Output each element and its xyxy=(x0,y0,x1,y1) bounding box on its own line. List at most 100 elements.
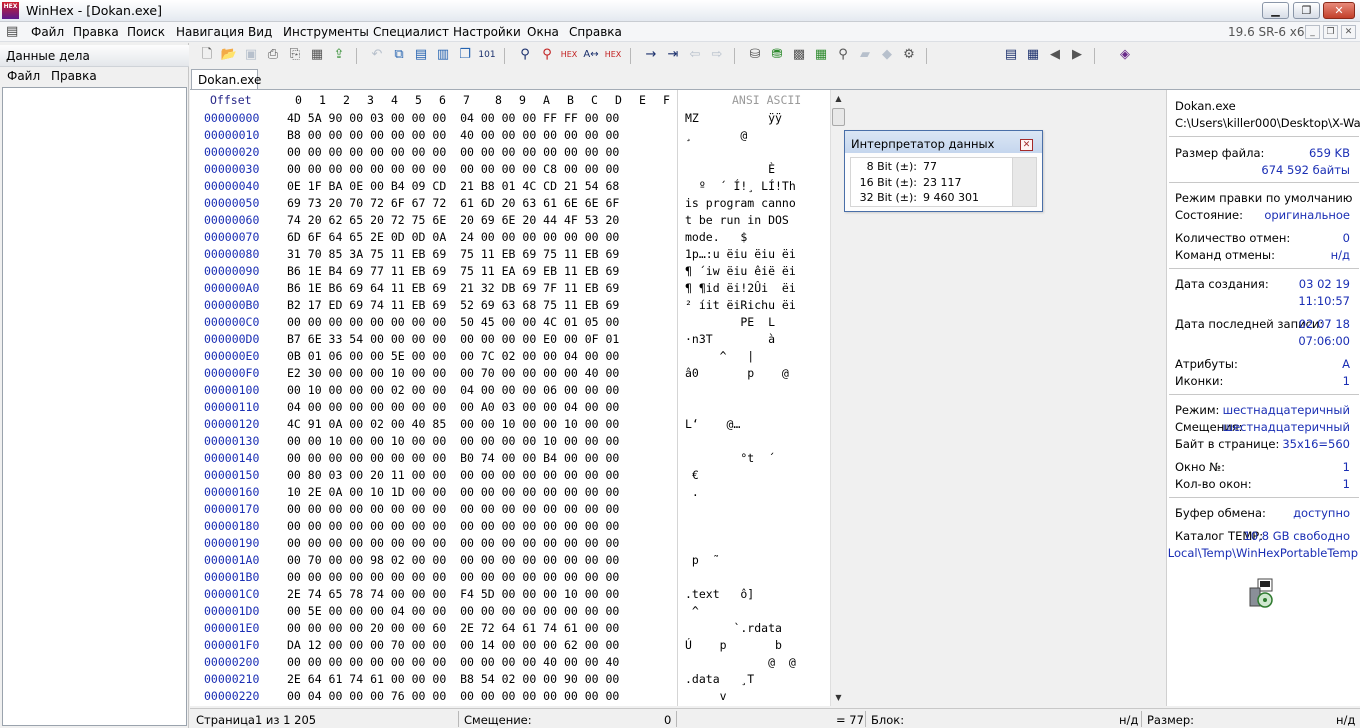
hex-row-ansi[interactable]: 1p…:u ëiu ëiu ëi xyxy=(685,247,796,261)
hex-row-bytes[interactable]: B8 00 00 00 00 00 00 00 40 00 00 00 00 0… xyxy=(287,128,619,142)
menu-specialist[interactable]: Специалист xyxy=(373,25,449,39)
hex-row-ansi[interactable]: ^ | xyxy=(685,349,755,363)
hex-row-ansi[interactable]: ¶ ¶id ëi!2Ûi ëi xyxy=(685,281,796,295)
goto-offset-icon[interactable]: → xyxy=(642,46,660,64)
hex-row[interactable]: 00000150 00 80 03 00 20 11 00 00 00 00 00… xyxy=(190,466,830,483)
hex-row-ansi[interactable]: °t ´ xyxy=(685,451,775,465)
menu-navigation[interactable]: Навигация xyxy=(176,25,244,39)
hex-vertical-scrollbar[interactable]: ▲ ▼ xyxy=(830,90,845,706)
replace-hex-values-icon[interactable]: HEX xyxy=(604,46,622,64)
cd-drive-icon[interactable] xyxy=(1248,578,1278,608)
next-icon[interactable]: ▶ xyxy=(1068,46,1086,64)
hex-row-ansi[interactable]: MZ ÿÿ xyxy=(685,111,782,125)
hex-row-bytes[interactable]: E2 30 00 00 00 10 00 00 00 70 00 00 00 0… xyxy=(287,366,619,380)
case-menu-edit[interactable]: Правка xyxy=(51,69,97,83)
hex-row[interactable]: 000001D0 00 5E 00 00 00 04 00 00 00 00 00… xyxy=(190,602,830,619)
open-file-icon[interactable]: 📂 xyxy=(220,46,238,64)
hex-row[interactable]: 000001C0 2E 74 65 78 74 00 00 00 F4 5D 00… xyxy=(190,585,830,602)
hex-row-ansi[interactable]: PE L xyxy=(685,315,775,329)
hex-row-bytes[interactable]: B7 6E 33 54 00 00 00 00 00 00 00 00 E0 0… xyxy=(287,332,619,346)
document-icon[interactable]: ▤ xyxy=(6,24,22,40)
scroll-up-icon[interactable]: ▲ xyxy=(832,92,845,105)
tab-dokan-exe[interactable]: Dokan.exe xyxy=(191,69,261,90)
hex-row[interactable]: 00000110 04 00 00 00 00 00 00 00 00 A0 03… xyxy=(190,398,830,415)
hex-row[interactable]: 00000100 00 10 00 00 00 02 00 00 04 00 00… xyxy=(190,381,830,398)
hex-row-ansi[interactable]: p ˜ xyxy=(685,553,720,567)
hex-row-ansi[interactable]: t be run in DOS xyxy=(685,213,796,227)
hex-row-bytes[interactable]: 31 70 85 3A 75 11 EB 69 75 11 EB 69 75 1… xyxy=(287,247,619,261)
scroll-down-icon[interactable]: ▼ xyxy=(832,691,845,704)
hex-row-bytes[interactable]: B2 17 ED 69 74 11 EB 69 52 69 63 68 75 1… xyxy=(287,298,619,312)
print-icon[interactable]: ⎙ xyxy=(264,46,282,64)
help-book-icon[interactable]: ◈ xyxy=(1116,46,1134,64)
hex-row-ansi[interactable]: L‘ @… xyxy=(685,417,740,431)
replace-hex-icon[interactable]: HEX xyxy=(560,46,578,64)
hex-row-ansi[interactable]: ¸ @ xyxy=(685,128,747,142)
hex-row-bytes[interactable]: 00 00 00 00 20 00 00 60 2E 72 64 61 74 6… xyxy=(287,621,619,635)
hex-row[interactable]: 00000130 00 00 10 00 00 10 00 00 00 00 00… xyxy=(190,432,830,449)
hex-row[interactable]: 00000050 69 73 20 70 72 6F 67 72 61 6D 20… xyxy=(190,194,830,211)
app-icon[interactable]: HEX xyxy=(2,2,19,19)
binary-icon[interactable]: 101 xyxy=(478,46,496,64)
hex-row-bytes[interactable]: 00 00 00 00 00 00 00 00 00 00 00 00 00 0… xyxy=(287,145,619,159)
paste-icon[interactable]: ▤ xyxy=(412,46,430,64)
hex-row[interactable]: 00000040 0E 1F BA 0E 00 B4 09 CD 21 B8 01… xyxy=(190,177,830,194)
hex-row[interactable]: 000000F0 E2 30 00 00 00 10 00 00 00 70 00… xyxy=(190,364,830,381)
goto-sector-icon[interactable]: ⇥ xyxy=(664,46,682,64)
hex-row-bytes[interactable]: 4D 5A 90 00 03 00 00 00 04 00 00 00 FF F… xyxy=(287,111,619,125)
hex-row[interactable]: 00000180 00 00 00 00 00 00 00 00 00 00 00… xyxy=(190,517,830,534)
hex-row[interactable]: 00000010 B8 00 00 00 00 00 00 00 40 00 00… xyxy=(190,126,830,143)
hex-row-bytes[interactable]: 00 00 00 00 00 00 00 00 B0 74 00 00 B4 0… xyxy=(287,451,619,465)
hex-row-bytes[interactable]: 0B 01 06 00 00 5E 00 00 00 7C 02 00 00 0… xyxy=(287,349,619,363)
maximize-button[interactable]: ❐ xyxy=(1293,2,1320,19)
hex-row-ansi[interactable]: `.rdata xyxy=(685,621,781,635)
disk-image-icon[interactable]: ⛃ xyxy=(768,46,786,64)
minimize-button[interactable]: ▁ xyxy=(1262,2,1289,19)
hex-row-bytes[interactable]: B6 1E B4 69 77 11 EB 69 75 11 EA 69 EB 1… xyxy=(287,264,619,278)
hex-row-ansi[interactable]: ^ xyxy=(685,604,699,618)
new-file-icon[interactable]: 🗋 xyxy=(198,46,216,64)
save-icon[interactable]: ▣ xyxy=(242,46,260,64)
hex-row[interactable]: 000000D0 B7 6E 33 54 00 00 00 00 00 00 00… xyxy=(190,330,830,347)
hex-row[interactable]: 000000B0 B2 17 ED 69 74 11 EB 69 52 69 63… xyxy=(190,296,830,313)
hex-row-bytes[interactable]: 2E 74 65 78 74 00 00 00 F4 5D 00 00 00 1… xyxy=(287,587,619,601)
previous-icon[interactable]: ◀ xyxy=(1046,46,1064,64)
hex-row-bytes[interactable]: 00 00 00 00 00 00 00 00 50 45 00 00 4C 0… xyxy=(287,315,619,329)
menu-help[interactable]: Справка xyxy=(569,25,622,39)
menu-search[interactable]: Поиск xyxy=(127,25,165,39)
hex-row[interactable]: 00000020 00 00 00 00 00 00 00 00 00 00 00… xyxy=(190,143,830,160)
hex-row-ansi[interactable]: v xyxy=(685,689,727,703)
hex-row-bytes[interactable]: 00 00 10 00 00 10 00 00 00 00 00 00 10 0… xyxy=(287,434,619,448)
hex-row-ansi[interactable]: @ @ xyxy=(685,655,796,669)
comments-icon[interactable]: ▰ xyxy=(856,46,874,64)
hex-row-bytes[interactable]: 0E 1F BA 0E 00 B4 09 CD 21 B8 01 4C CD 2… xyxy=(287,179,619,193)
hex-row-bytes[interactable]: B6 1E B6 69 64 11 EB 69 21 32 DB 69 7F 1… xyxy=(287,281,619,295)
hex-row[interactable]: 00000070 6D 6F 64 65 2E 0D 0D 0A 24 00 00… xyxy=(190,228,830,245)
mdi-close-button[interactable]: ✕ xyxy=(1341,25,1356,39)
close-button[interactable]: ✕ xyxy=(1323,2,1355,19)
hex-row-bytes[interactable]: 74 20 62 65 20 72 75 6E 20 69 6E 20 44 4… xyxy=(287,213,619,227)
hex-row-ansi[interactable]: mode. $ xyxy=(685,230,747,244)
hex-row-bytes[interactable]: 00 80 03 00 20 11 00 00 00 00 00 00 00 0… xyxy=(287,468,619,482)
file-list-icon[interactable]: ▤ xyxy=(1002,46,1020,64)
export-icon[interactable]: ⇪ xyxy=(330,46,348,64)
replace-text-icon[interactable]: A↔ xyxy=(582,46,600,64)
hex-row-bytes[interactable]: 00 00 00 00 00 00 00 00 00 00 00 00 00 0… xyxy=(287,570,619,584)
paste-special-icon[interactable]: ▥ xyxy=(434,46,452,64)
case-tree[interactable] xyxy=(2,87,187,726)
properties-icon[interactable]: ▦ xyxy=(308,46,326,64)
ram-icon[interactable]: ▩ xyxy=(790,46,808,64)
hex-row-ansi[interactable]: È xyxy=(685,162,775,176)
hex-editor[interactable]: Offset 0 1 2 3 4 5 6 7 8 9 A B C D E F A… xyxy=(190,90,830,706)
back-icon[interactable]: ⇦ xyxy=(686,46,704,64)
hex-row-bytes[interactable]: 00 04 00 00 00 76 00 00 00 00 00 00 00 0… xyxy=(287,689,619,703)
gear-icon[interactable]: ⚙ xyxy=(900,46,918,64)
hex-row-bytes[interactable]: 6D 6F 64 65 2E 0D 0D 0A 24 00 00 00 00 0… xyxy=(287,230,619,244)
print-preview-icon[interactable]: ⎘ xyxy=(286,46,304,64)
hex-row[interactable]: 00000210 2E 64 61 74 61 00 00 00 B8 54 02… xyxy=(190,670,830,687)
hex-row[interactable]: 000001F0 DA 12 00 00 00 70 00 00 00 14 00… xyxy=(190,636,830,653)
hex-row[interactable]: 00000220 00 04 00 00 00 76 00 00 00 00 00… xyxy=(190,687,830,704)
hex-row[interactable]: 000000E0 0B 01 06 00 00 5E 00 00 00 7C 02… xyxy=(190,347,830,364)
hex-row[interactable]: 00000080 31 70 85 3A 75 11 EB 69 75 11 EB… xyxy=(190,245,830,262)
hex-row-ansi[interactable]: º ´ Í!¸ LÍ!Th xyxy=(685,179,796,193)
